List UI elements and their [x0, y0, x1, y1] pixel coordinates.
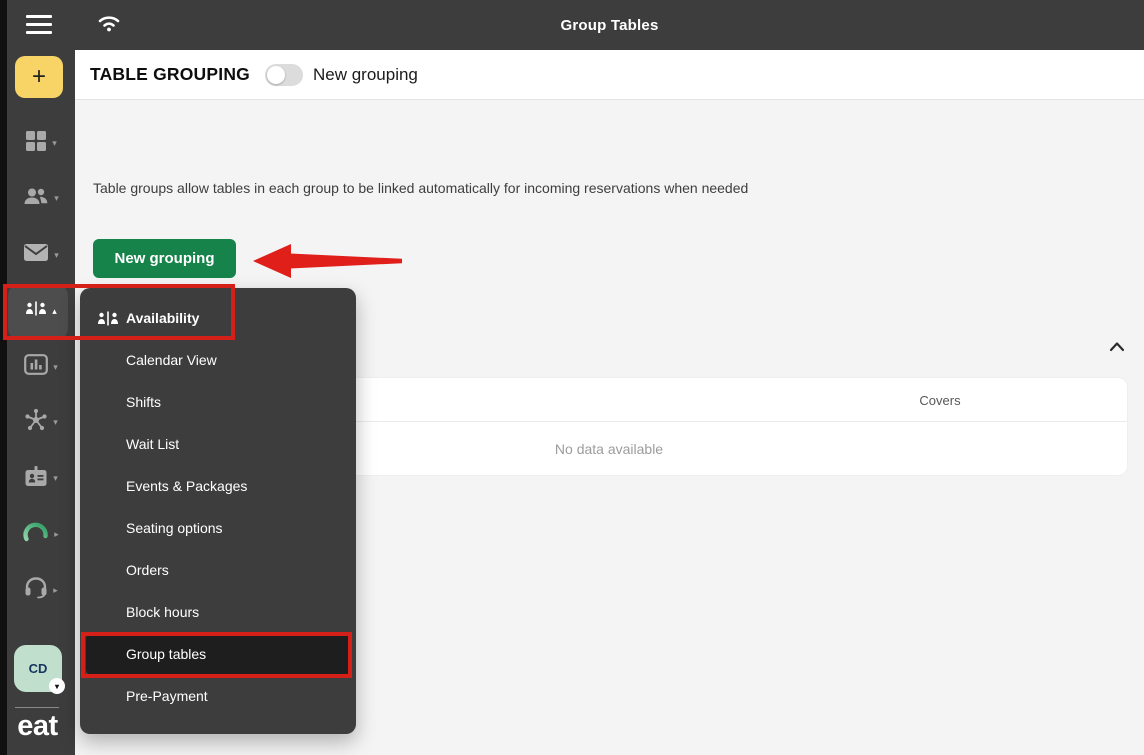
sidebar-item-guests[interactable]: ▾: [7, 177, 75, 219]
menu-item-availability[interactable]: Availability: [80, 297, 356, 339]
annotation-arrow: [250, 240, 405, 282]
menu-item-shifts[interactable]: Shifts: [80, 381, 356, 423]
guests-people-icon: [23, 186, 49, 211]
menu-item-label: Orders: [126, 562, 169, 578]
avatar-chevron-down-icon: ▾: [49, 678, 65, 694]
apps-grid-icon: [25, 130, 47, 157]
chevron-down-icon: ▾: [53, 473, 58, 484]
menu-item-group-tables[interactable]: Group tables: [86, 633, 350, 675]
menu-item-pre-payment[interactable]: Pre-Payment: [80, 675, 356, 717]
page-header: TABLE GROUPING New grouping: [75, 50, 1144, 100]
sidebar-item-support[interactable]: ▸: [7, 569, 75, 611]
new-grouping-button[interactable]: New grouping: [93, 239, 236, 278]
menu-item-label: Wait List: [126, 436, 179, 452]
sidebar-item-messages[interactable]: ▾: [7, 234, 75, 276]
menu-item-label: Calendar View: [126, 352, 217, 368]
chevron-right-icon: ▸: [54, 529, 59, 540]
availability-icon: [25, 301, 47, 321]
topbar: Group Tables: [75, 0, 1144, 50]
chevron-down-icon: ▾: [53, 362, 58, 373]
availability-icon: [97, 311, 119, 329]
support-headphones-icon: [24, 576, 48, 604]
menu-item-label: Pre-Payment: [126, 688, 208, 704]
hamburger-menu-icon[interactable]: [26, 15, 52, 34]
section-title: TABLE GROUPING: [90, 64, 250, 85]
collapse-section-chevron-icon[interactable]: [1108, 340, 1126, 358]
menu-item-wait-list[interactable]: Wait List: [80, 423, 356, 465]
menu-item-label: Shifts: [126, 394, 161, 410]
app-window: Group Tables TABLE GROUPING New grouping…: [0, 0, 1144, 755]
menu-item-label: Events & Packages: [126, 478, 247, 494]
column-header-covers: Covers: [905, 378, 975, 422]
page-title: Group Tables: [75, 0, 1144, 50]
menu-item-label: Block hours: [126, 604, 199, 620]
sidebar-item-staff[interactable]: ▾: [7, 457, 75, 499]
toggle-label: New grouping: [313, 65, 418, 85]
sidebar-item-reports[interactable]: ▾: [7, 346, 75, 388]
chevron-right-icon: ▸: [53, 585, 58, 596]
sidebar-item-apps[interactable]: ▾: [7, 122, 75, 164]
sidebar-item-integrations[interactable]: ▾: [7, 401, 75, 443]
eat-logo: eat: [0, 710, 75, 743]
add-new-button[interactable]: +: [15, 56, 63, 98]
sidebar: + ▾ ▾: [0, 0, 75, 755]
sidebar-item-performance[interactable]: ▸: [7, 513, 75, 555]
performance-gauge-icon: [23, 522, 49, 547]
sidebar-item-availability[interactable]: ▴: [7, 290, 75, 332]
menu-item-events-packages[interactable]: Events & Packages: [80, 465, 356, 507]
menu-item-label: Group tables: [126, 646, 206, 662]
integrations-hub-icon: [24, 408, 48, 437]
toggle-thumb: [267, 66, 285, 84]
table-grouping-description: Table groups allow tables in each group …: [93, 180, 748, 196]
menu-item-label: Availability: [126, 310, 199, 326]
messages-mail-icon: [23, 243, 49, 267]
menu-item-orders[interactable]: Orders: [80, 549, 356, 591]
sidebar-divider: [15, 707, 59, 708]
staff-badge-icon: [24, 465, 48, 492]
chevron-down-icon: ▾: [52, 138, 57, 149]
avatar-initials: CD: [29, 661, 48, 676]
user-avatar[interactable]: CD ▾: [14, 645, 62, 692]
chevron-down-icon: ▾: [54, 250, 59, 261]
menu-item-seating-options[interactable]: Seating options: [80, 507, 356, 549]
availability-dropdown-menu: Availability Calendar View Shifts Wait L…: [80, 288, 356, 734]
reports-chart-icon: [24, 354, 48, 380]
menu-item-calendar-view[interactable]: Calendar View: [80, 339, 356, 381]
chevron-down-icon: ▾: [54, 193, 59, 204]
chevron-down-icon: ▾: [53, 417, 58, 428]
new-grouping-toggle[interactable]: [265, 64, 303, 86]
menu-item-block-hours[interactable]: Block hours: [80, 591, 356, 633]
chevron-up-icon: ▴: [52, 306, 57, 317]
menu-item-label: Seating options: [126, 520, 223, 536]
